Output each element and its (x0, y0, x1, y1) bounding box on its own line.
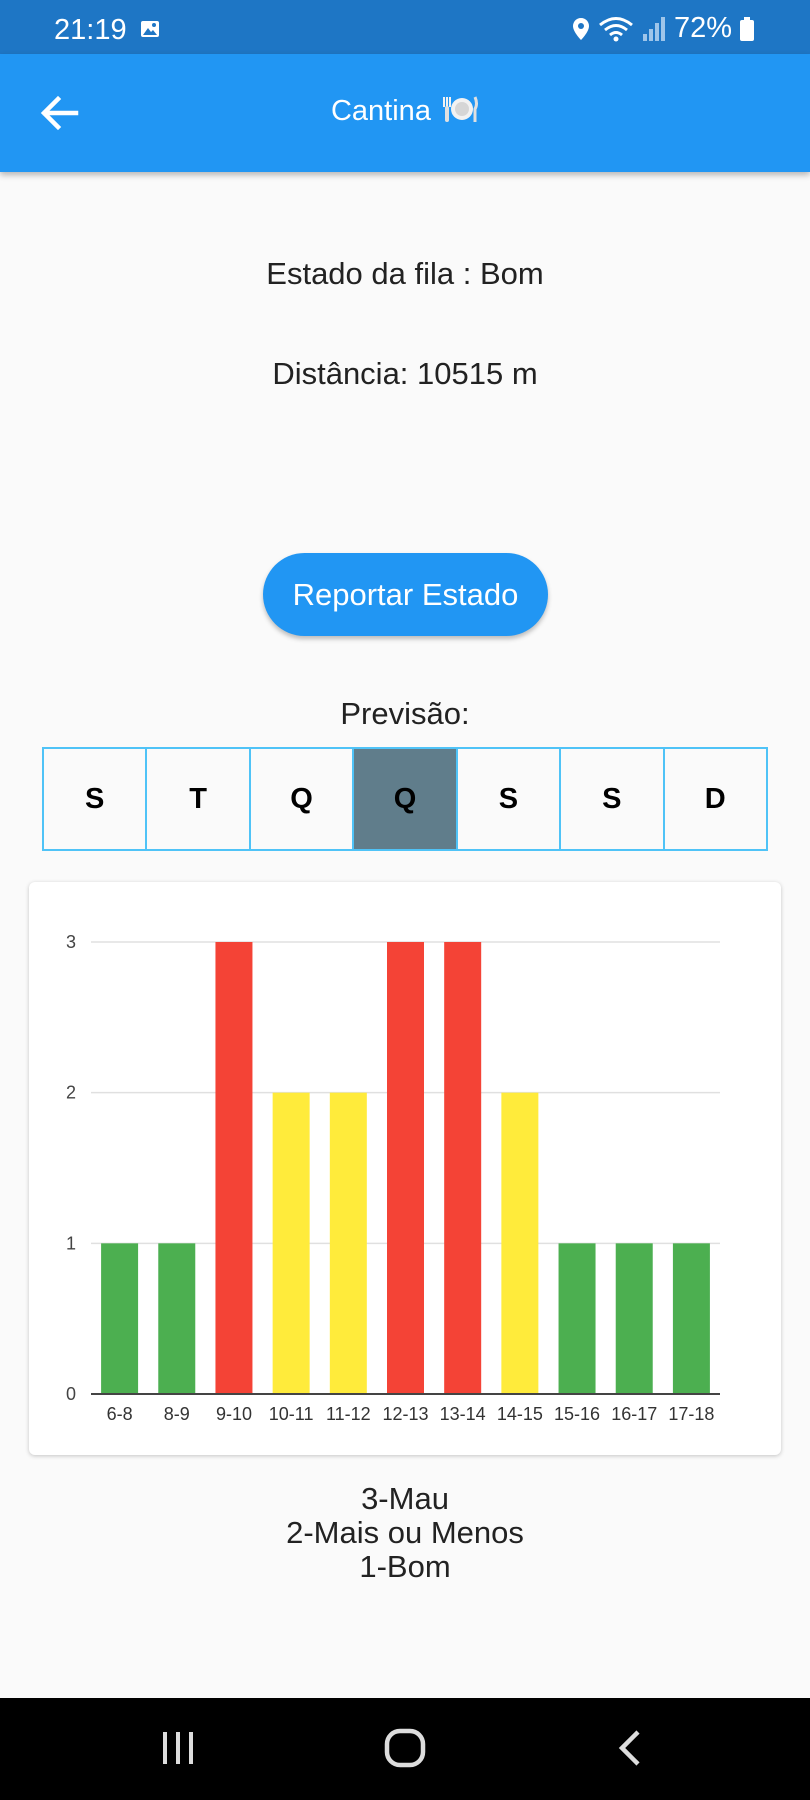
x-tick-label: 13-14 (440, 1404, 486, 1424)
legend-line-medium: 2-Mais ou Menos (286, 1515, 524, 1550)
y-tick-label: 2 (66, 1083, 76, 1103)
bar-8-9 (158, 1243, 196, 1394)
system-nav-bar (0, 1698, 810, 1800)
bar-10-11 (272, 1092, 310, 1394)
x-tick-label: 11-12 (326, 1404, 371, 1424)
distance-text: Distância: 10515 m (272, 356, 538, 391)
wifi-icon (599, 16, 633, 41)
battery-icon (740, 16, 754, 41)
report-status-button[interactable]: Reportar Estado (263, 553, 548, 636)
day-selector: S T Q Q S S D (42, 747, 768, 851)
y-tick-label: 1 (66, 1233, 76, 1253)
plate-with-cutlery-icon (443, 96, 479, 122)
bar-14-15 (501, 1092, 539, 1394)
x-tick-label: 12-13 (382, 1404, 428, 1424)
y-tick-label: 3 (66, 932, 76, 952)
location-icon (572, 17, 589, 40)
forecast-chart-card: 0 1 2 3 6-8 8-9 9-10 10-11 11-12 12-13 13-14 14-15 1… (29, 882, 781, 1455)
bar-9-10 (215, 942, 253, 1394)
day-tab-4[interactable]: S (458, 749, 562, 849)
x-tick-label: 10-11 (269, 1404, 314, 1424)
bar-12-13 (387, 942, 424, 1394)
x-tick-label: 14-15 (497, 1404, 543, 1424)
queue-status-text: Estado da fila : Bom (266, 256, 544, 291)
back-chevron-icon[interactable] (616, 1728, 644, 1768)
bar-17-18 (672, 1243, 710, 1394)
day-tab-1[interactable]: T (147, 749, 251, 849)
x-tick-label: 15-16 (554, 1404, 600, 1424)
page-title-text: Cantina (330, 95, 431, 127)
bar-11-12 (329, 1092, 367, 1394)
gallery-notification-icon (141, 21, 159, 37)
day-tab-0[interactable]: S (44, 749, 148, 849)
recent-apps-icon[interactable] (160, 1728, 196, 1768)
day-tab-2[interactable]: Q (251, 749, 355, 849)
x-tick-label: 6-8 (107, 1404, 133, 1424)
bar-15-16 (558, 1243, 596, 1394)
app-bar: Cantina (0, 54, 810, 172)
y-tick-label: 0 (66, 1384, 76, 1404)
x-tick-label: 9-10 (216, 1404, 252, 1424)
battery-percentage: 72% (673, 12, 732, 44)
chart-legend: 3-Mau 2-Mais ou Menos 1-Bom (0, 1482, 810, 1584)
home-icon[interactable] (384, 1728, 426, 1768)
x-tick-label: 16-17 (611, 1404, 657, 1424)
legend-line-bad: 3-Mau (361, 1481, 449, 1516)
day-tab-5[interactable]: S (561, 749, 665, 849)
bar-13-14 (444, 942, 482, 1394)
x-tick-label: 17-18 (668, 1404, 714, 1424)
day-tab-6[interactable]: D (665, 749, 766, 849)
status-bar: 21:19 72% (0, 0, 810, 54)
forecast-bar-chart: 0 1 2 3 6-8 8-9 9-10 10-11 11-12 12-13 13-14 14-15 1… (66, 932, 720, 1424)
status-icons: 72% (572, 12, 754, 45)
day-tab-3[interactable]: Q (354, 749, 458, 849)
bar-6-8 (101, 1243, 139, 1394)
bar-16-17 (615, 1243, 653, 1394)
legend-line-good: 1-Bom (359, 1549, 451, 1584)
x-tick-label: 8-9 (164, 1404, 190, 1424)
status-time: 21:19 (54, 14, 127, 46)
signal-icon (642, 16, 665, 41)
forecast-label: Previsão: (340, 696, 470, 731)
page-title: Cantina (0, 94, 810, 128)
